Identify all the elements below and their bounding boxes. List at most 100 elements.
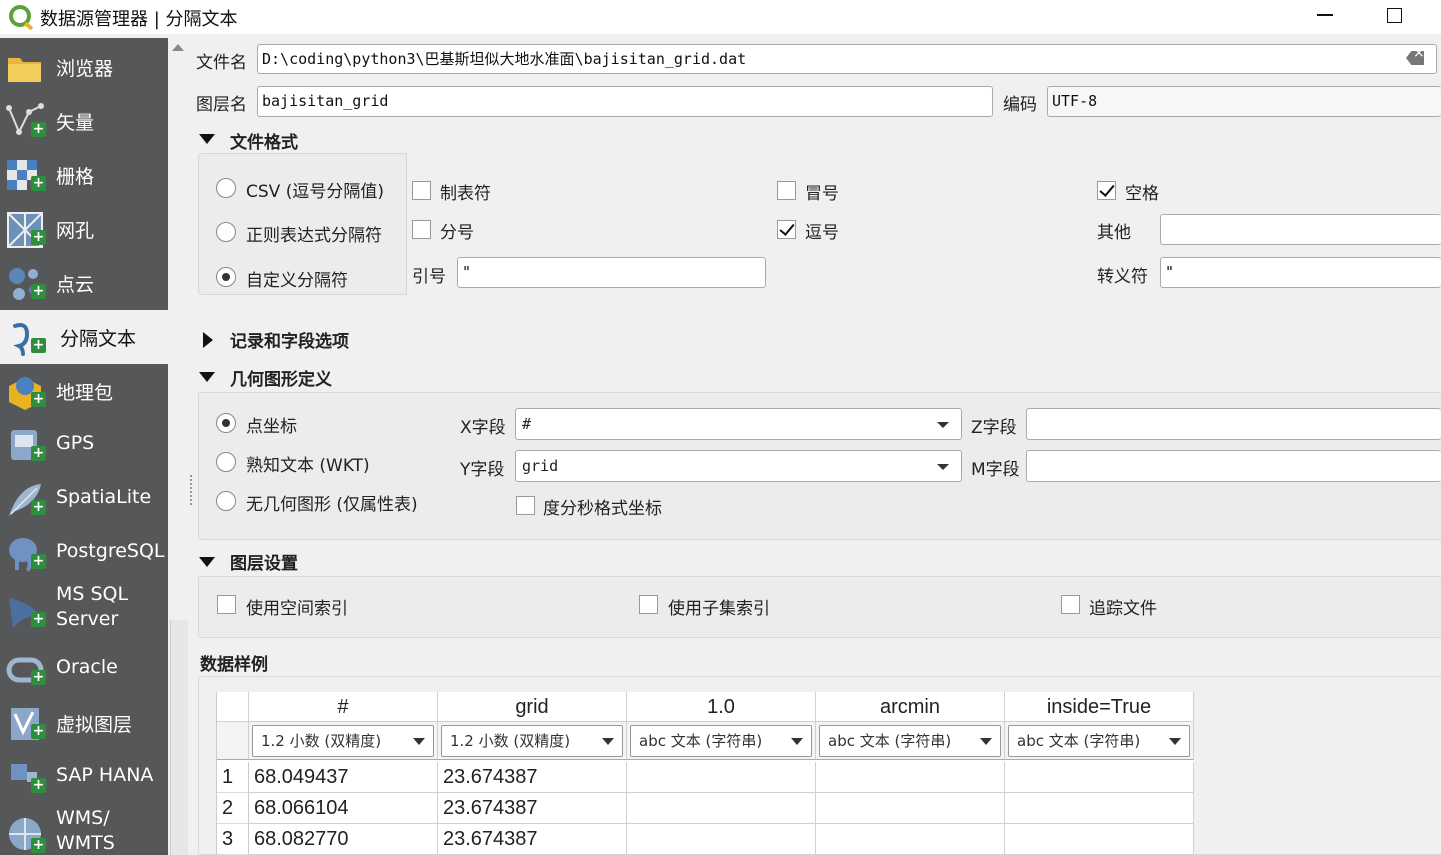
sidebar-item-label: 分隔文本 — [60, 328, 137, 350]
dms-checkbox[interactable] — [516, 496, 535, 515]
dms-checkbox-label: 度分秒格式坐标 — [543, 499, 662, 519]
table-cell: 68.082770 — [249, 824, 438, 855]
spatial-index-checkbox[interactable] — [217, 595, 236, 614]
csv-radio[interactable] — [216, 178, 236, 198]
add-icon: + — [31, 337, 46, 353]
other-delimiter-input[interactable] — [1160, 214, 1441, 245]
sidebar-item-raster[interactable]: + 栅格 — [0, 148, 168, 202]
add-icon: + — [31, 499, 46, 515]
subset-index-label: 使用子集索引 — [668, 599, 770, 619]
sidebar-item-label: 栅格 — [56, 166, 95, 188]
x-field-select[interactable]: # — [515, 408, 962, 440]
sidebar-item-postgresql[interactable]: + PostgreSQL — [0, 526, 168, 580]
add-icon: + — [31, 723, 46, 739]
column-header[interactable]: arcmin — [816, 692, 1005, 722]
table-cell — [627, 824, 816, 855]
regex-radio-label: 正则表达式分隔符 — [246, 226, 382, 246]
minimize-button[interactable] — [1317, 14, 1333, 16]
file-name-input[interactable]: D:\coding\python3\巴基斯坦似大地水准面\bajisitan_g… — [257, 44, 1437, 74]
sidebar-item-mssql[interactable]: + MS SQL Server — [0, 580, 168, 642]
space-checkbox[interactable] — [1097, 181, 1116, 200]
sidebar-item-label: 网孔 — [56, 220, 95, 242]
sidebar-item-delimited-text[interactable]: + 分隔文本 — [0, 310, 168, 364]
add-icon: + — [31, 669, 46, 685]
geometry-header[interactable]: 几何图形定义 — [230, 365, 332, 390]
sidebar-item-oracle[interactable]: + Oracle — [0, 642, 168, 696]
sidebar-item-browser[interactable]: 浏览器 — [0, 40, 168, 94]
scroll-up-arrow-icon[interactable] — [172, 44, 184, 51]
sidebar-item-point-cloud[interactable]: + 点云 — [0, 256, 168, 310]
sidebar-item-label: 矢量 — [56, 112, 95, 134]
watch-file-checkbox[interactable] — [1061, 595, 1080, 614]
no-geometry-radio[interactable] — [216, 491, 236, 511]
regex-radio[interactable] — [216, 222, 236, 242]
collapse-arrow-icon[interactable] — [199, 134, 215, 144]
semicolon-checkbox[interactable] — [412, 220, 431, 239]
table-cell: 68.066104 — [249, 793, 438, 824]
field-type-cell: abc 文本 (字符串) — [1005, 722, 1194, 760]
subset-index-checkbox[interactable] — [639, 595, 658, 614]
row-number: 2 — [217, 793, 249, 824]
file-format-header[interactable]: 文件格式 — [230, 128, 298, 153]
custom-delimiter-radio-label: 自定义分隔符 — [246, 271, 348, 291]
record-options-header[interactable]: 记录和字段选项 — [230, 327, 349, 352]
maximize-button[interactable] — [1387, 8, 1402, 23]
column-header[interactable]: grid — [438, 692, 627, 722]
table-cell — [1005, 762, 1194, 793]
comma-checkbox[interactable] — [777, 220, 796, 239]
layer-name-input[interactable]: bajisitan_grid — [257, 86, 993, 117]
sidebar-item-spatialite[interactable]: + SpatiaLite — [0, 472, 168, 526]
table-cell — [1005, 824, 1194, 855]
column-header[interactable]: 1.0 — [627, 692, 816, 722]
field-type-select[interactable]: 1.2 小数 (双精度) — [441, 725, 623, 757]
quote-input[interactable]: " — [457, 257, 766, 288]
splitter-handle[interactable] — [190, 475, 193, 505]
sidebar-item-wms[interactable]: + WMS/ WMTS — [0, 804, 168, 855]
sidebar-item-label: SpatiaLite — [56, 486, 152, 508]
watch-file-label: 追踪文件 — [1089, 599, 1157, 619]
z-field-select[interactable] — [1026, 408, 1441, 440]
encoding-select[interactable]: UTF-8 — [1047, 86, 1441, 117]
sidebar-item-gps[interactable]: + GPS — [0, 418, 168, 472]
field-type-cell: 1.2 小数 (双精度) — [249, 722, 438, 760]
table-cell: 68.049437 — [249, 762, 438, 793]
column-header[interactable]: inside=True — [1005, 692, 1194, 722]
m-field-label: M字段 — [971, 460, 1020, 480]
point-coordinates-radio[interactable] — [216, 413, 236, 433]
field-type-select[interactable]: abc 文本 (字符串) — [630, 725, 812, 757]
sample-data-header: 数据样例 — [200, 655, 268, 675]
chevron-down-icon — [937, 422, 949, 428]
table-cell — [1005, 793, 1194, 824]
escape-label: 转义符 — [1097, 267, 1148, 287]
m-field-select[interactable] — [1026, 450, 1441, 482]
field-type-select[interactable]: abc 文本 (字符串) — [1008, 725, 1190, 757]
sidebar-scrollbar[interactable] — [170, 620, 188, 855]
sidebar-item-label: Oracle — [56, 656, 118, 678]
type-row-header — [217, 722, 249, 760]
expand-arrow-icon[interactable] — [203, 332, 213, 348]
collapse-arrow-icon[interactable] — [199, 557, 215, 567]
sidebar-item-vector[interactable]: + 矢量 — [0, 94, 168, 148]
sample-data-table[interactable]: # grid 1.0 arcmin inside=True 1.2 小数 (双精… — [216, 692, 1194, 855]
field-type-select[interactable]: 1.2 小数 (双精度) — [252, 725, 434, 757]
field-type-value: abc 文本 (字符串) — [1017, 732, 1141, 750]
field-type-select[interactable]: abc 文本 (字符串) — [819, 725, 1001, 757]
column-header[interactable]: # — [249, 692, 438, 722]
sidebar-item-sap-hana[interactable]: + SAP HANA — [0, 750, 168, 804]
y-field-select[interactable]: grid — [515, 450, 962, 482]
wkt-radio[interactable] — [216, 452, 236, 472]
collapse-arrow-icon[interactable] — [199, 372, 215, 382]
colon-checkbox[interactable] — [777, 181, 796, 200]
tab-checkbox[interactable] — [412, 181, 431, 200]
comma-checkbox-label: 逗号 — [805, 223, 839, 243]
sidebar-item-geopackage[interactable]: + 地理包 — [0, 364, 168, 418]
add-icon: + — [31, 553, 46, 569]
escape-input[interactable]: " — [1160, 257, 1441, 288]
table-cell: 23.674387 — [438, 824, 627, 855]
sidebar-item-mesh[interactable]: + 网孔 — [0, 202, 168, 256]
layer-settings-header[interactable]: 图层设置 — [230, 549, 298, 574]
custom-delimiter-radio[interactable] — [216, 267, 236, 287]
table-cell — [816, 762, 1005, 793]
sidebar-item-label: 浏览器 — [56, 58, 114, 80]
sidebar-item-virtual-layer[interactable]: + 虚拟图层 — [0, 696, 168, 750]
